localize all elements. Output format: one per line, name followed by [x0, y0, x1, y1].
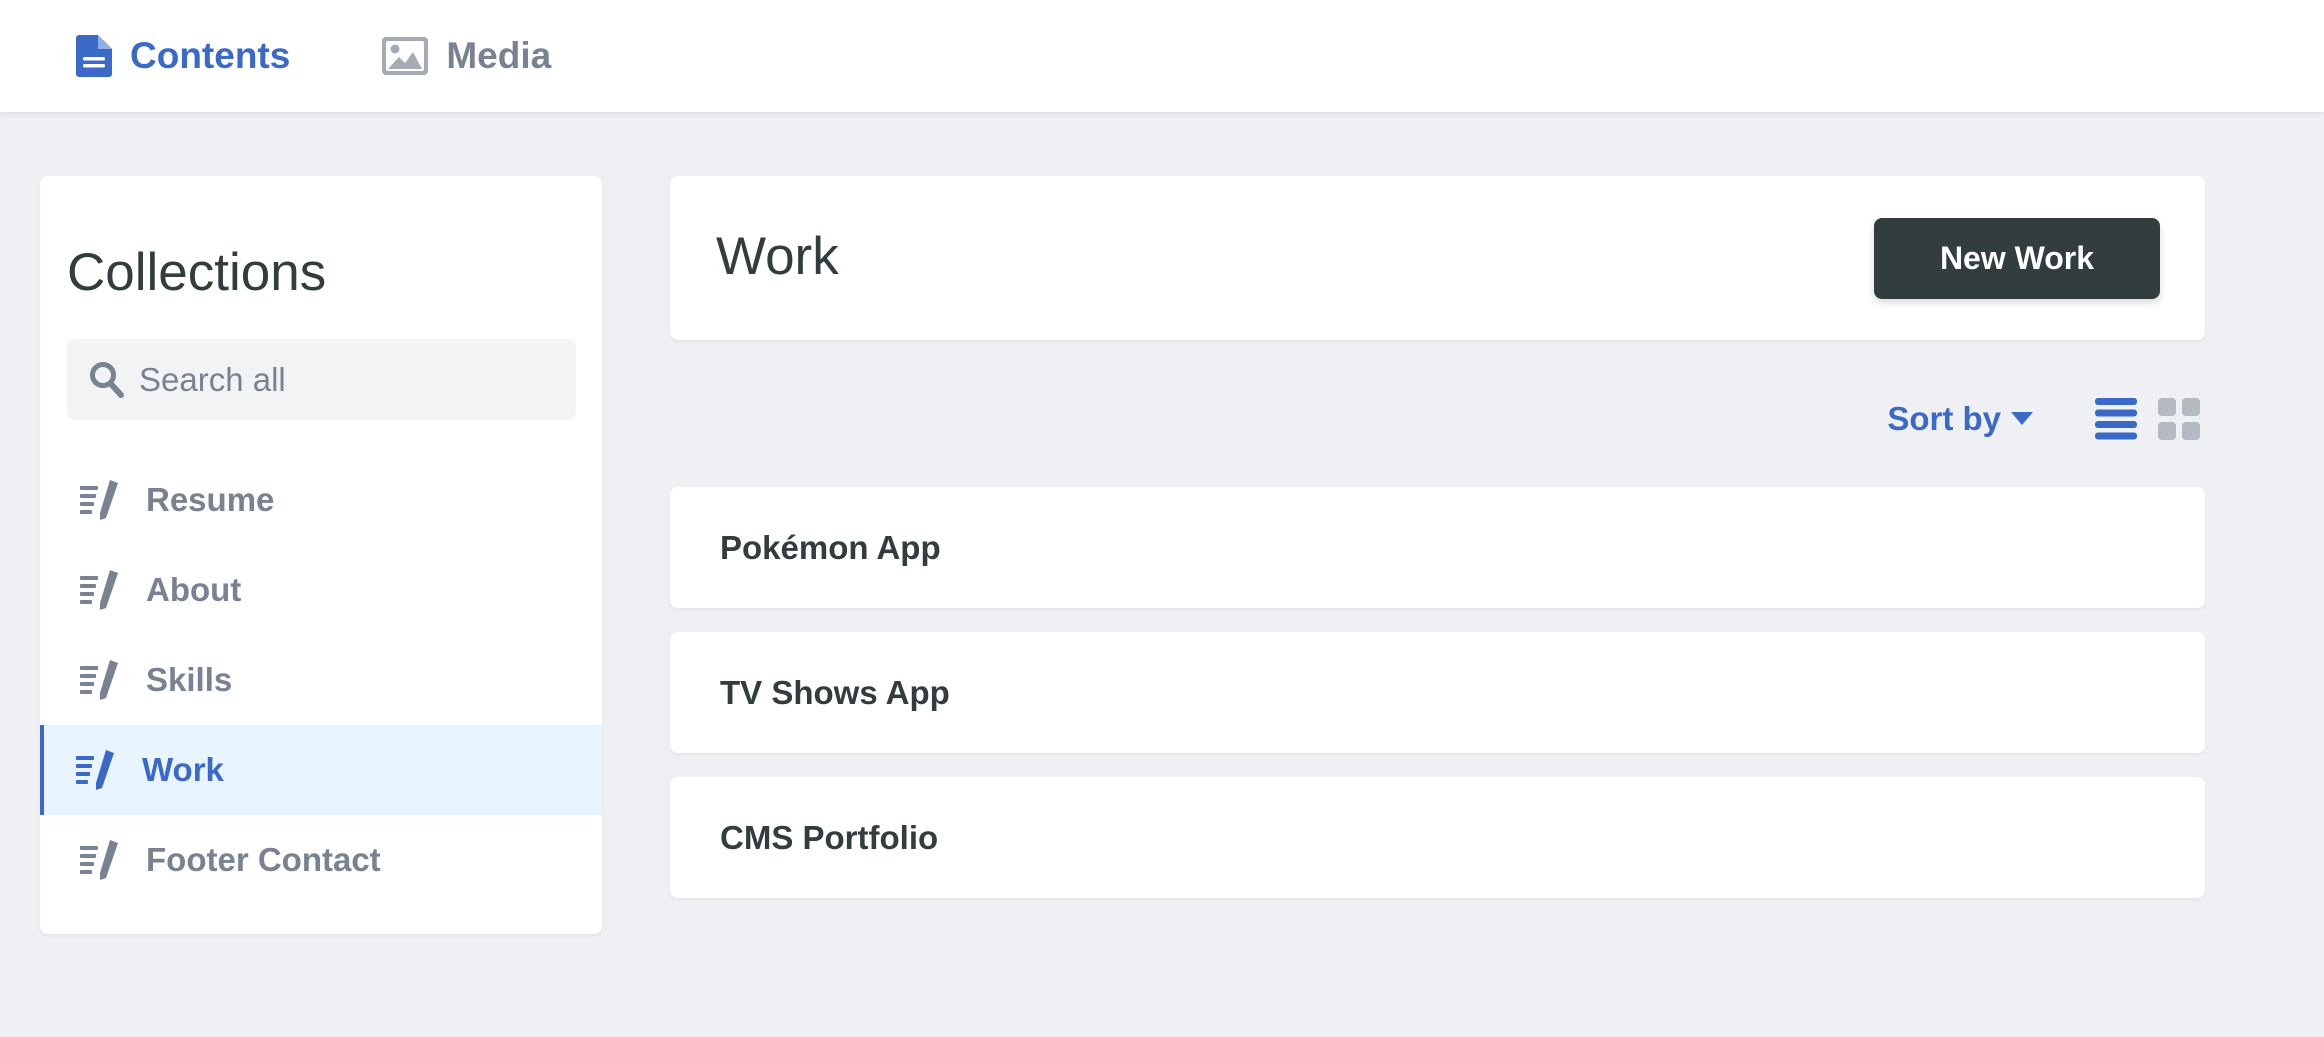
top-navigation-bar: Contents Media [0, 0, 2324, 112]
collection-list: Resume About Skills Work Footer Contact [40, 455, 602, 905]
sort-by-dropdown[interactable]: Sort by [1887, 400, 2033, 438]
entry-title: Pokémon App [720, 528, 941, 566]
entry-title: TV Shows App [720, 673, 950, 711]
list-view-button[interactable] [2094, 397, 2138, 441]
entry-card[interactable]: CMS Portfolio [670, 777, 2205, 898]
edit-entries-icon [76, 750, 118, 790]
tab-media[interactable]: Media [382, 0, 551, 112]
edit-entries-icon [80, 570, 122, 610]
entry-card[interactable]: Pokémon App [670, 487, 2205, 608]
image-icon [382, 37, 429, 75]
sort-by-label: Sort by [1887, 400, 2001, 437]
entry-title: CMS Portfolio [720, 818, 939, 856]
edit-entries-icon [80, 660, 122, 700]
grid-view-icon [2158, 398, 2200, 440]
edit-entries-icon [80, 840, 122, 880]
search-box[interactable] [67, 339, 576, 420]
sidebar-item-work[interactable]: Work [40, 725, 602, 815]
sidebar-item-label: About [146, 571, 242, 608]
list-view-icon [2095, 398, 2137, 440]
sidebar-item-skills[interactable]: Skills [40, 635, 602, 725]
sidebar-item-label: Footer Contact [146, 841, 381, 878]
sidebar-item-about[interactable]: About [40, 545, 602, 635]
collection-header: Work New Work [670, 176, 2205, 340]
tab-contents[interactable]: Contents [76, 0, 290, 112]
caret-down-icon [2011, 412, 2033, 426]
edit-entries-icon [80, 480, 122, 520]
sidebar-item-footer-contact[interactable]: Footer Contact [40, 815, 602, 905]
grid-view-button[interactable] [2157, 397, 2201, 441]
entry-card[interactable]: TV Shows App [670, 632, 2205, 753]
tab-media-label: Media [446, 35, 552, 76]
search-icon [89, 361, 125, 399]
list-toolbar: Sort by [670, 390, 2205, 452]
sidebar-item-label: Resume [146, 481, 275, 518]
sidebar-item-label: Skills [146, 661, 233, 698]
sidebar-item-resume[interactable]: Resume [40, 455, 602, 545]
sidebar-title: Collections [67, 243, 327, 302]
sidebar-item-label: Work [142, 751, 224, 788]
document-icon [76, 35, 112, 77]
new-entry-button[interactable]: New Work [1874, 218, 2160, 299]
page-title: Work [716, 227, 839, 286]
search-input[interactable] [137, 359, 557, 400]
entry-list: Pokémon App TV Shows App CMS Portfolio [670, 487, 2205, 922]
tab-contents-label: Contents [130, 35, 291, 76]
collections-sidebar: Collections Resume [40, 176, 602, 934]
